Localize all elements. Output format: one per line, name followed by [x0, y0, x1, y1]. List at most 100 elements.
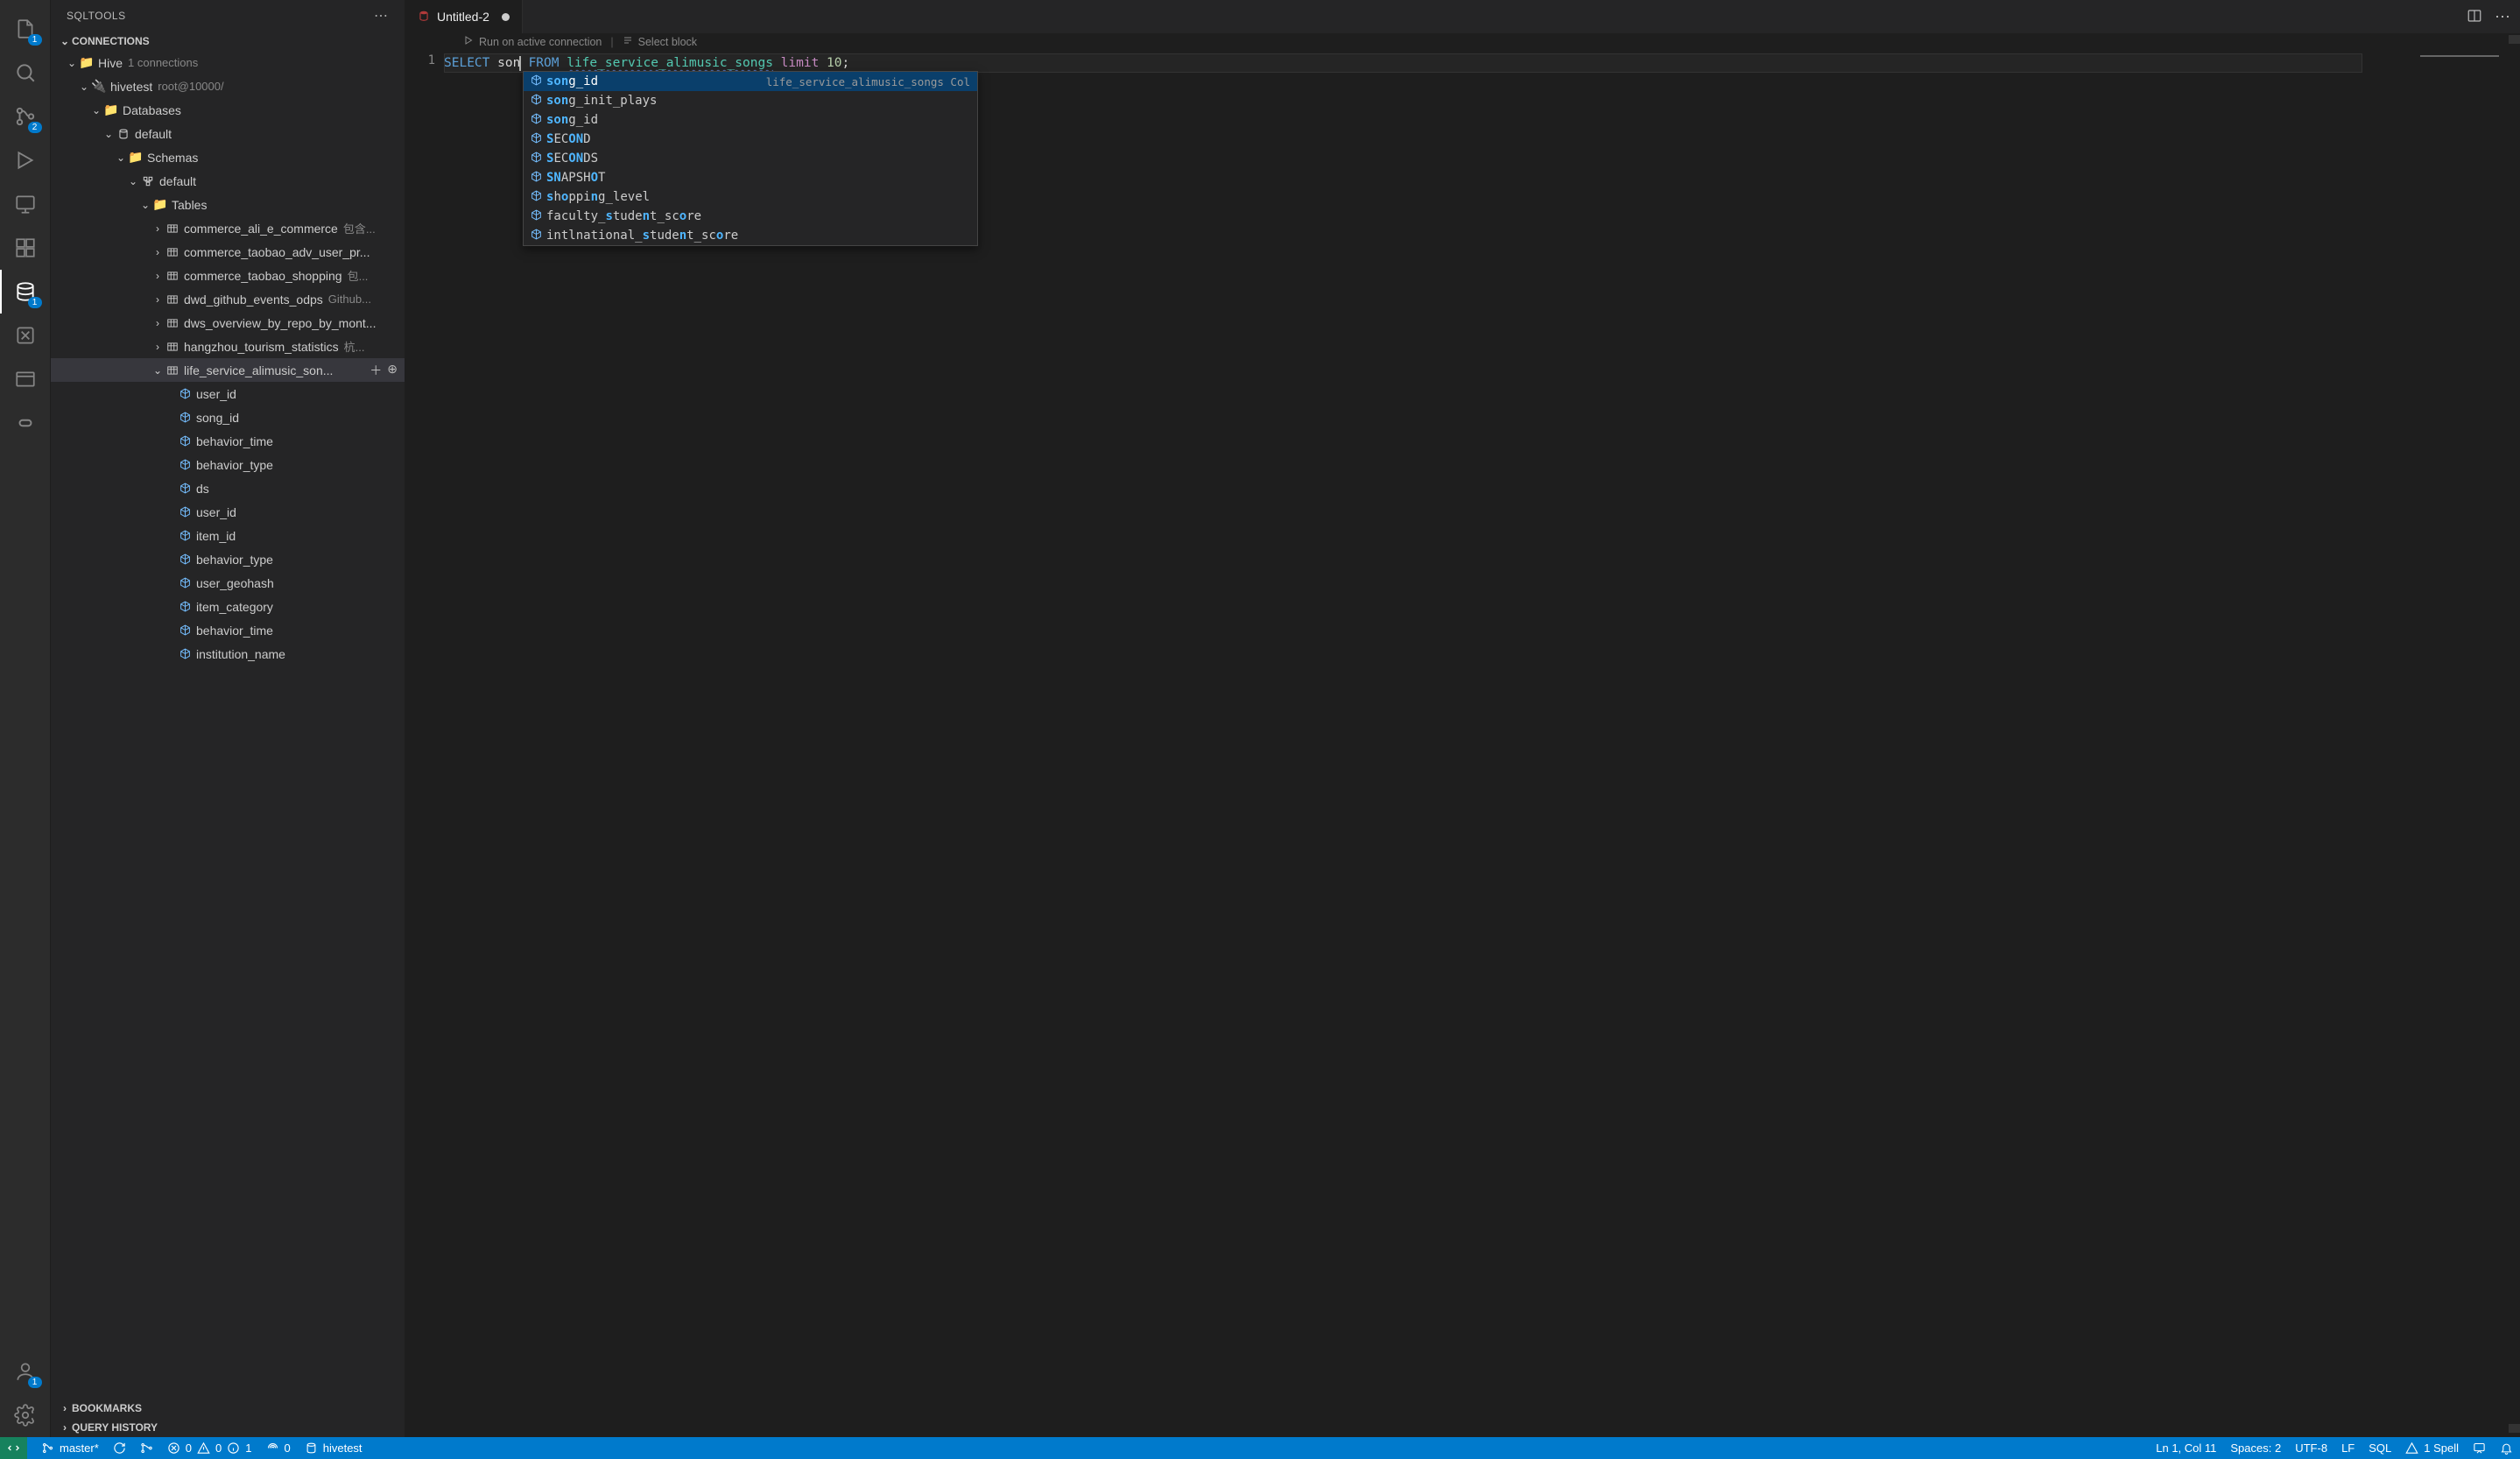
- extra-panel-icon-2[interactable]: [0, 357, 51, 401]
- column-row[interactable]: behavior_type: [51, 453, 405, 476]
- explorer-badge: 1: [28, 34, 42, 46]
- sidebar-more-icon[interactable]: ⋯: [374, 7, 389, 25]
- extra-panel-icon-3[interactable]: [0, 401, 51, 445]
- editor-more-icon[interactable]: ⋯: [2495, 8, 2511, 26]
- extra-panel-icon-1[interactable]: [0, 314, 51, 357]
- source-control-icon[interactable]: 2: [0, 95, 51, 138]
- completion-item[interactable]: song_idlife_service_alimusic_songs Col: [524, 72, 977, 91]
- completion-item[interactable]: song_id: [524, 110, 977, 130]
- column-row[interactable]: user_id: [51, 500, 405, 524]
- run-codelens[interactable]: Run on active connection: [479, 36, 602, 48]
- code-editor[interactable]: SELECT son FROM life_service_alimusic_so…: [444, 50, 2520, 1437]
- sync-status[interactable]: [106, 1437, 133, 1459]
- completion-item[interactable]: shopping_level: [524, 187, 977, 207]
- tree-databases[interactable]: 📁 Databases: [51, 98, 405, 122]
- table-name: dws_overview_by_repo_by_mont...: [184, 316, 376, 330]
- column-row[interactable]: song_id: [51, 405, 405, 429]
- vertical-scrollbar[interactable]: [2509, 35, 2520, 1433]
- ports-status[interactable]: 0: [259, 1437, 298, 1459]
- table-icon: [165, 293, 180, 306]
- column-row[interactable]: ds: [51, 476, 405, 500]
- branch-status[interactable]: master*: [34, 1437, 106, 1459]
- spell-status[interactable]: 1 Spell: [2398, 1441, 2466, 1455]
- notifications-icon[interactable]: [2493, 1441, 2520, 1455]
- completion-item[interactable]: faculty_student_score: [524, 207, 977, 226]
- search-icon[interactable]: [0, 51, 51, 95]
- column-row[interactable]: user_geohash: [51, 571, 405, 595]
- problems-status[interactable]: 0 0 1: [160, 1437, 259, 1459]
- git-graph-icon[interactable]: [133, 1437, 160, 1459]
- db-default-label: default: [135, 127, 172, 141]
- completion-item[interactable]: SECONDS: [524, 149, 977, 168]
- column-name: item_category: [196, 600, 273, 614]
- connection-status[interactable]: hivetest: [298, 1437, 370, 1459]
- completion-item[interactable]: song_init_plays: [524, 91, 977, 110]
- tab-bar: Untitled-2 ⋯: [405, 0, 2520, 33]
- completion-label: intlnational_student_score: [546, 229, 970, 243]
- tree-hive[interactable]: 📁 Hive 1 connections: [51, 51, 405, 74]
- bookmarks-label: BOOKMARKS: [72, 1402, 142, 1414]
- accounts-icon[interactable]: 1: [0, 1350, 51, 1393]
- column-name: user_geohash: [196, 576, 274, 590]
- column-row[interactable]: behavior_time: [51, 429, 405, 453]
- tree-schemas[interactable]: 📁 Schemas: [51, 145, 405, 169]
- sqltools-badge: 1: [28, 297, 42, 308]
- remote-indicator[interactable]: [0, 1437, 27, 1459]
- table-row[interactable]: dws_overview_by_repo_by_mont...: [51, 311, 405, 335]
- table-row[interactable]: commerce_taobao_shopping包...: [51, 264, 405, 287]
- completion-item[interactable]: SNAPSHOT: [524, 168, 977, 187]
- minimap[interactable]: [2415, 50, 2520, 1437]
- run-debug-icon[interactable]: [0, 138, 51, 182]
- tree-db-default[interactable]: default: [51, 122, 405, 145]
- gutter: 1: [405, 50, 444, 1437]
- column-row[interactable]: behavior_type: [51, 547, 405, 571]
- folder-icon: 📁: [152, 197, 168, 212]
- tree-schema-default[interactable]: default: [51, 169, 405, 193]
- eol-status[interactable]: LF: [2334, 1441, 2362, 1455]
- add-icon[interactable]: ＋: [370, 362, 382, 379]
- table-row[interactable]: commerce_ali_e_commerce包含...: [51, 216, 405, 240]
- bookmarks-section-header[interactable]: BOOKMARKS: [51, 1399, 405, 1418]
- column-row[interactable]: institution_name: [51, 642, 405, 666]
- encoding-status[interactable]: UTF-8: [2288, 1441, 2334, 1455]
- remote-explorer-icon[interactable]: [0, 182, 51, 226]
- extensions-icon[interactable]: [0, 226, 51, 270]
- column-row[interactable]: item_id: [51, 524, 405, 547]
- split-editor-icon[interactable]: [2467, 8, 2482, 26]
- cursor-position[interactable]: Ln 1, Col 11: [2149, 1441, 2223, 1455]
- table-name: commerce_taobao_shopping: [184, 269, 342, 283]
- table-row[interactable]: life_service_alimusic_son...＋⊕: [51, 358, 405, 382]
- explorer-icon[interactable]: 1: [0, 7, 51, 51]
- column-name: ds: [196, 482, 209, 496]
- tab-untitled-2[interactable]: Untitled-2: [405, 0, 523, 33]
- sqltools-icon[interactable]: 1: [0, 270, 51, 314]
- branch-name: master*: [60, 1441, 99, 1455]
- history-section-header[interactable]: QUERY HISTORY: [51, 1418, 405, 1437]
- table-row[interactable]: hangzhou_tourism_statistics杭...: [51, 335, 405, 358]
- tree-tables[interactable]: 📁 Tables: [51, 193, 405, 216]
- tok-from: FROM: [529, 56, 560, 70]
- magnify-icon[interactable]: ⊕: [387, 362, 398, 379]
- table-row[interactable]: dwd_github_events_odpsGithub...: [51, 287, 405, 311]
- tree-hivetest[interactable]: 🔌 hivetest root@10000/: [51, 74, 405, 98]
- hivetest-label: hivetest: [110, 80, 152, 94]
- language-status[interactable]: SQL: [2362, 1441, 2398, 1455]
- completion-item[interactable]: SECOND: [524, 130, 977, 149]
- settings-gear-icon[interactable]: [0, 1393, 51, 1437]
- column-icon: [177, 459, 193, 470]
- completion-item[interactable]: intlnational_student_score: [524, 226, 977, 245]
- table-row[interactable]: commerce_taobao_adv_user_pr...: [51, 240, 405, 264]
- connections-section-header[interactable]: CONNECTIONS: [51, 32, 405, 51]
- indent-status[interactable]: Spaces: 2: [2223, 1441, 2288, 1455]
- select-block-codelens[interactable]: Select block: [638, 36, 697, 48]
- feedback-icon[interactable]: [2466, 1441, 2493, 1455]
- select-block-icon[interactable]: [623, 35, 633, 48]
- column-row[interactable]: item_category: [51, 595, 405, 618]
- run-codelens-icon[interactable]: [463, 35, 474, 48]
- tok-typed: son: [497, 56, 520, 70]
- column-row[interactable]: behavior_time: [51, 618, 405, 642]
- completion-label: song_init_plays: [546, 94, 970, 108]
- column-row[interactable]: user_id: [51, 382, 405, 405]
- tok-select: SELECT: [444, 56, 489, 70]
- completion-kind-icon: [531, 132, 546, 147]
